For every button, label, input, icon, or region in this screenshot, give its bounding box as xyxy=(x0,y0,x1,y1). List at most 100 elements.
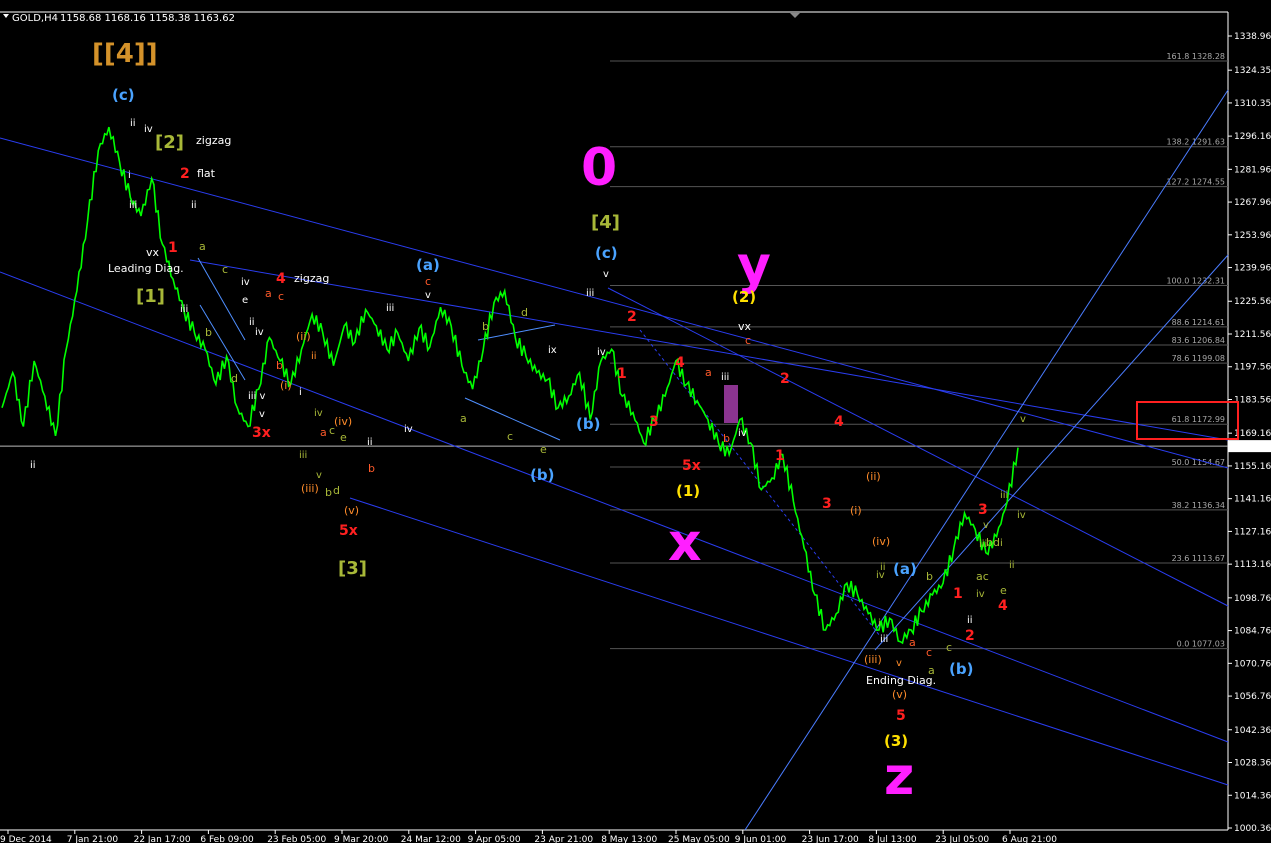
wave-label: e xyxy=(242,295,248,306)
y-tick-label: 1042.36 xyxy=(1234,726,1271,736)
wave-label: (i) xyxy=(850,504,862,517)
x-tick-label: 9 Jun 01:00 xyxy=(735,835,787,843)
x-tick-label: 23 Apr 21:00 xyxy=(534,835,593,843)
wave-label: iv xyxy=(404,424,413,435)
y-tick-label: 1028.36 xyxy=(1234,759,1271,769)
y-tick-label: 1197.56 xyxy=(1234,363,1271,373)
wave-label: v xyxy=(983,520,989,531)
y-tick-label: 1141.16 xyxy=(1234,495,1271,505)
wave-label: 4 xyxy=(276,271,286,287)
wave-label: iv xyxy=(144,124,153,135)
wave-label: zigzag xyxy=(294,272,329,285)
wave-label: iii xyxy=(386,303,394,314)
wave-label: a xyxy=(460,412,467,425)
wave-label: bd xyxy=(986,536,1000,549)
x-tick-label: 23 Feb 05:00 xyxy=(267,835,326,843)
wave-label: 1 xyxy=(617,366,627,382)
x-tick-label: 9 Apr 05:00 xyxy=(468,835,521,843)
fib-level-label: 23.6 1113.67 xyxy=(1172,554,1225,563)
wave-label: c xyxy=(926,646,932,659)
wave-label: ix xyxy=(548,345,557,356)
wave-label: (v) xyxy=(344,504,359,517)
wave-label: ii xyxy=(30,460,36,471)
x-tick-label: 24 Mar 12:00 xyxy=(401,835,461,843)
wave-label: (v) xyxy=(892,688,907,701)
wave-label: (ii) xyxy=(296,330,311,343)
wave-label: 5x xyxy=(682,458,701,474)
wave-label: c xyxy=(329,424,335,437)
wave-label: v xyxy=(603,269,609,280)
wave-label: a xyxy=(199,240,206,253)
y-tick-label: 1324.35 xyxy=(1234,66,1271,76)
wave-label: [4] xyxy=(591,212,620,233)
wave-label: b xyxy=(926,570,933,583)
wave-label: flat xyxy=(197,167,216,180)
wave-label: iii xyxy=(586,288,594,299)
wave-label: 4 xyxy=(998,598,1008,614)
wave-label: iv xyxy=(876,570,885,581)
y-tick-label: 1000.36 xyxy=(1234,824,1271,834)
x-tick-label: 6 Feb 09:00 xyxy=(200,835,254,843)
y-tick-label: 1084.76 xyxy=(1234,627,1271,637)
wave-label: [1] xyxy=(136,286,165,307)
wave-label: e xyxy=(1000,584,1007,597)
y-tick-label: 1253.96 xyxy=(1234,231,1271,241)
wave-label: v xyxy=(316,470,322,481)
wave-label: iv xyxy=(597,347,606,358)
y-tick-label: 1098.76 xyxy=(1234,594,1271,604)
wave-label: i xyxy=(1000,538,1003,549)
wave-label: b xyxy=(325,486,332,499)
wave-label: iv xyxy=(1017,510,1026,521)
fib-level-label: 50.0 1154.67 xyxy=(1172,458,1225,467)
wave-label: (b) xyxy=(576,415,600,433)
fib-level-label: 61.8 1172.99 xyxy=(1172,415,1225,424)
y-tick-label: 1225.56 xyxy=(1234,297,1271,307)
wave-label: iii xyxy=(180,304,188,315)
x-tick-label: 22 Jan 17:00 xyxy=(134,835,191,843)
wave-label: e xyxy=(540,443,547,456)
wave-label: zigzag xyxy=(196,134,231,147)
wave-label: 3 xyxy=(978,502,988,518)
x-tick-label: 23 Jul 05:00 xyxy=(935,835,989,843)
wave-label: c xyxy=(745,334,751,347)
y-tick-label: 1169.16 xyxy=(1234,429,1271,439)
wave-label: ii xyxy=(311,351,317,362)
wave-label: 3x xyxy=(252,425,271,441)
wave-label: 2 xyxy=(965,628,975,644)
x-tick-label: 9 Mar 20:00 xyxy=(334,835,389,843)
y-tick-label: 1267.96 xyxy=(1234,198,1271,208)
wave-label: d xyxy=(521,306,528,319)
wave-label: (a) xyxy=(893,560,917,578)
y-tick-label: 1183.56 xyxy=(1234,395,1271,405)
fib-level-label: 100.0 1232.31 xyxy=(1166,276,1225,285)
wave-label: 5x xyxy=(339,523,358,539)
fib-level-label: 78.6 1199.08 xyxy=(1172,354,1225,363)
wave-label: 2 xyxy=(627,309,637,325)
chart-svg: GOLD,H4 1158.68 1168.16 1158.38 1163.6213… xyxy=(0,0,1271,843)
wave-label: (a) xyxy=(416,256,440,274)
current-price-value: 1163.62 xyxy=(1231,442,1268,452)
wave-label: [2] xyxy=(155,132,184,153)
wave-label: z xyxy=(884,747,914,807)
ohlc-readout: 1158.68 1168.16 1158.38 1163.62 xyxy=(60,13,235,24)
wave-label: [[4]] xyxy=(92,39,158,69)
x-tick-label: 8 May 13:00 xyxy=(601,835,657,843)
wave-label: iv xyxy=(738,428,747,439)
wave-label: (ii) xyxy=(866,470,881,483)
wave-label: ii xyxy=(130,118,136,129)
wave-label: 2 xyxy=(780,371,790,387)
wave-label: iii v xyxy=(248,391,266,402)
wave-label: Leading Diag. xyxy=(108,262,184,275)
wave-label: ii xyxy=(249,317,255,328)
symbol-label: GOLD,H4 xyxy=(12,13,58,24)
fib-level-label: 127.2 1274.55 xyxy=(1166,178,1225,187)
wave-label: iii xyxy=(1000,490,1008,501)
highlight-box xyxy=(724,385,738,423)
y-tick-label: 1211.56 xyxy=(1234,330,1271,340)
wave-label: y xyxy=(737,236,771,296)
wave-label: b xyxy=(482,320,489,333)
wave-label: ii xyxy=(967,615,973,626)
wave-label: [3] xyxy=(338,558,367,579)
wave-label: (1) xyxy=(676,482,700,500)
wave-label: ac xyxy=(976,570,989,583)
